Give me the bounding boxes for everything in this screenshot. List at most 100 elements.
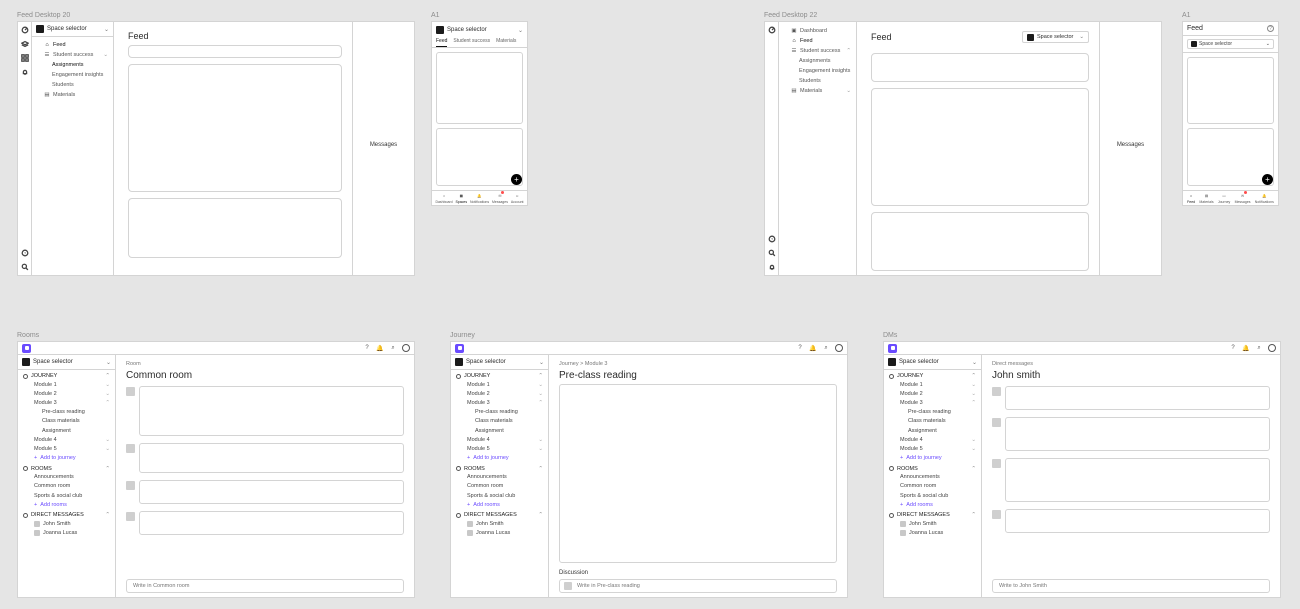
nav-feed[interactable]: ⌂Feed (32, 40, 113, 50)
nav-feed[interactable]: ⌂Feed (1187, 192, 1195, 204)
tree-item-assignment[interactable]: Assignment (451, 426, 548, 435)
space-selector[interactable]: Space selector ⌄ (436, 25, 523, 35)
space-selector[interactable]: Space selector ⌄ (32, 22, 113, 37)
tree-item-announcements[interactable]: Announcements (884, 473, 981, 482)
space-selector[interactable]: Space selector ⌄ (1187, 39, 1274, 49)
message-bubble[interactable] (139, 480, 404, 504)
feed-card[interactable] (128, 64, 342, 192)
tree-item-assignment[interactable]: Assignment (884, 426, 981, 435)
nav-engagement[interactable]: Engagement insights (32, 70, 113, 80)
tree-item-module-3[interactable]: Module 3⌃ (884, 398, 981, 407)
nav-students[interactable]: Students (32, 80, 113, 90)
search-icon[interactable]: ⌕ (1255, 344, 1263, 352)
search-icon[interactable] (768, 249, 776, 257)
message-bubble[interactable] (139, 511, 404, 535)
dm-item-joanna[interactable]: Joanna Lucas (451, 529, 548, 538)
bell-icon[interactable] (768, 263, 776, 271)
tree-item-module-3[interactable]: Module 3⌃ (451, 398, 548, 407)
dashboard-icon[interactable] (768, 26, 776, 34)
fab-add[interactable]: + (1262, 174, 1273, 185)
tree-item-add-to-journey[interactable]: +Add to journey (18, 454, 115, 463)
bell-icon[interactable] (21, 68, 29, 76)
feed-card[interactable] (871, 212, 1089, 271)
dm-item-joanna[interactable]: Joanna Lucas (18, 529, 115, 538)
section-rooms[interactable]: ROOMS⌃ (451, 463, 548, 473)
tree-item-module-4[interactable]: Module 4⌄ (451, 435, 548, 444)
message-bubble[interactable] (1005, 458, 1270, 502)
dm-item-john[interactable]: John Smith (18, 519, 115, 528)
tree-item-add-rooms[interactable]: +Add rooms (18, 500, 115, 509)
section-rooms[interactable]: ROOMS⌃ (18, 463, 115, 473)
search-icon[interactable]: ⌕ (389, 344, 397, 352)
section-journey[interactable]: JOURNEY⌃ (451, 370, 548, 380)
tree-item-add-rooms[interactable]: +Add rooms (451, 500, 548, 509)
feed-card[interactable] (1187, 128, 1274, 186)
nav-materials[interactable]: ▤Materials⌄ (779, 86, 856, 96)
tree-item-add-to-journey[interactable]: +Add to journey (451, 454, 548, 463)
help-icon[interactable]: ? (363, 344, 371, 352)
tree-item-module-5[interactable]: Module 5⌄ (884, 444, 981, 453)
nav-materials[interactable]: ▤Materials (32, 90, 113, 100)
tree-item-common-room[interactable]: Common room (884, 482, 981, 491)
search-icon[interactable]: ⌕ (822, 344, 830, 352)
tree-item-module-1[interactable]: Module 1⌄ (18, 380, 115, 389)
feed-card[interactable] (436, 52, 523, 124)
dm-item-joanna[interactable]: Joanna Lucas (884, 529, 981, 538)
nav-student-success[interactable]: ☰Student success⌄ (32, 50, 113, 60)
tree-item-common-room[interactable]: Common room (18, 482, 115, 491)
tree-item-common-room[interactable]: Common room (451, 482, 548, 491)
bell-icon[interactable]: 🔔 (809, 344, 817, 352)
dm-item-john[interactable]: John Smith (884, 519, 981, 528)
tree-item-module-2[interactable]: Module 2⌄ (18, 389, 115, 398)
nav-notifications[interactable]: 🔔Notifications (470, 192, 489, 204)
nav-messages[interactable]: ✉Messages (1235, 192, 1251, 204)
tree-item-add-rooms[interactable]: +Add rooms (884, 500, 981, 509)
nav-dashboard[interactable]: ⌂Dashboard (435, 192, 452, 204)
layers-icon[interactable] (21, 40, 29, 48)
section-dms[interactable]: DIRECT MESSAGES⌃ (18, 509, 115, 519)
help-icon[interactable]: ? (768, 235, 776, 243)
section-dms[interactable]: DIRECT MESSAGES⌃ (884, 509, 981, 519)
feed-card[interactable] (871, 53, 1089, 82)
tree-item-module-4[interactable]: Module 4⌄ (884, 435, 981, 444)
tab-student-success[interactable]: Student success (453, 37, 490, 47)
help-icon[interactable]: ? (1229, 344, 1237, 352)
section-journey[interactable]: JOURNEY⌃ (18, 370, 115, 380)
tree-item-module-1[interactable]: Module 1⌄ (451, 380, 548, 389)
tree-item-pre-class-reading[interactable]: Pre-class reading (451, 408, 548, 417)
tab-materials[interactable]: Materials (496, 37, 516, 47)
tree-item-sports[interactable]: Sports & social club (18, 491, 115, 500)
compose-input[interactable] (997, 582, 1265, 590)
tree-item-module-2[interactable]: Module 2⌄ (884, 389, 981, 398)
avatar-icon[interactable] (835, 344, 843, 352)
nav-journey[interactable]: ▭Journey (1218, 192, 1230, 204)
tree-item-announcements[interactable]: Announcements (451, 473, 548, 482)
section-journey[interactable]: JOURNEY⌃ (884, 370, 981, 380)
nav-student-success[interactable]: ☰Student success⌃ (779, 46, 856, 56)
nav-assignments[interactable]: Assignments (32, 60, 113, 70)
tree-item-sports[interactable]: Sports & social club (884, 491, 981, 500)
tree-item-module-5[interactable]: Module 5⌄ (18, 444, 115, 453)
app-logo-icon[interactable] (888, 344, 897, 353)
message-bubble[interactable] (1005, 509, 1270, 533)
avatar-icon[interactable] (402, 344, 410, 352)
compose-input[interactable] (575, 582, 832, 590)
nav-messages[interactable]: ✉Messages (492, 192, 508, 204)
tree-item-module-2[interactable]: Module 2⌄ (451, 389, 548, 398)
section-rooms[interactable]: ROOMS⌃ (884, 463, 981, 473)
help-icon[interactable]: ? (796, 344, 804, 352)
dashboard-icon[interactable] (21, 26, 29, 34)
tree-item-pre-class-reading[interactable]: Pre-class reading (884, 408, 981, 417)
tree-item-module-1[interactable]: Module 1⌄ (884, 380, 981, 389)
feed-card[interactable] (436, 128, 523, 186)
tree-item-announcements[interactable]: Announcements (18, 473, 115, 482)
compose-box[interactable] (559, 579, 837, 593)
nav-assignments[interactable]: Assignments (779, 56, 856, 66)
nav-engagement[interactable]: Engagement insights (779, 66, 856, 76)
bell-icon[interactable]: 🔔 (376, 344, 384, 352)
section-dms[interactable]: DIRECT MESSAGES⌃ (451, 509, 548, 519)
app-logo-icon[interactable] (455, 344, 464, 353)
space-selector[interactable]: Space selector ⌄ (451, 355, 548, 370)
tree-item-module-3[interactable]: Module 3⌃ (18, 398, 115, 407)
avatar-icon[interactable] (1268, 344, 1276, 352)
